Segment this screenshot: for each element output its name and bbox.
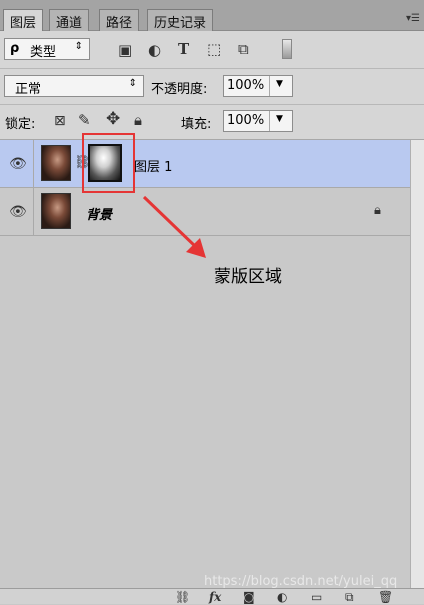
layer-row-background[interactable]: 👁︎ 背景 🔒︎	[0, 188, 410, 236]
eye-icon[interactable]: 👁︎	[9, 204, 27, 220]
fx-icon[interactable]: fx	[209, 590, 221, 604]
fill-field[interactable]: 100% ▼	[223, 110, 293, 132]
trash-icon[interactable]: 🗑︎	[378, 590, 393, 604]
opacity-label: 不透明度:	[151, 82, 208, 97]
tab-history[interactable]: 历史记录	[147, 9, 214, 31]
search-icon: ρ	[10, 41, 20, 56]
lock-position-icon[interactable]: ✥	[106, 111, 120, 128]
adjustment-layer-icon[interactable]: ◐	[277, 590, 287, 604]
layer-name[interactable]: 背景	[86, 204, 112, 223]
panel-bottom-toolbar: ⛓︎ fx ◙ ◐ ▭ ⧉ 🗑︎	[0, 588, 424, 604]
layer-name[interactable]: 图层 1	[134, 156, 172, 175]
new-layer-icon[interactable]: ⧉	[345, 590, 354, 605]
opacity-field[interactable]: 100% ▼	[223, 75, 293, 97]
layers-list: 👁︎ ⛓︎ 图层 1 👁︎ 背景 🔒︎	[0, 140, 410, 588]
watermark-text: https://blog.csdn.net/yulei_qq	[204, 574, 398, 589]
scrollbar[interactable]	[410, 140, 424, 588]
filter-kind-value: 类型	[30, 45, 57, 60]
link-layers-icon[interactable]: ⛓︎	[175, 590, 190, 604]
layer-thumbnail[interactable]	[41, 193, 71, 229]
smart-object-filter-icon[interactable]: ⧉	[238, 41, 249, 57]
tab-layers[interactable]: 图层	[3, 9, 44, 32]
type-filter-icon[interactable]: T	[178, 41, 189, 57]
filter-row: ρ 类型 ⇕ ▣ ◐ T ⬚ ⧉	[0, 31, 424, 69]
lock-label: 锁定:	[5, 117, 36, 132]
filter-kind-select[interactable]: ρ 类型 ⇕	[4, 38, 90, 60]
visibility-cell: 👁︎	[0, 188, 34, 236]
shape-filter-icon[interactable]: ⬚	[207, 41, 221, 57]
image-filter-icon[interactable]: ▣	[118, 42, 132, 58]
layer-row-layer1[interactable]: 👁︎ ⛓︎ 图层 1	[0, 140, 410, 188]
stepper-arrows-icon: ⇕	[74, 41, 83, 52]
blend-mode-value: 正常	[15, 82, 42, 97]
fill-label: 填充:	[181, 117, 212, 132]
panel-menu-icon[interactable]: ▾☰	[406, 13, 420, 24]
layer-thumbnail[interactable]	[41, 145, 71, 181]
add-mask-icon[interactable]: ◙	[243, 590, 255, 604]
annotation-label: 蒙版区域	[214, 267, 282, 287]
dropdown-arrow-icon[interactable]: ▼	[276, 114, 283, 124]
dropdown-arrow-icon[interactable]: ▼	[276, 79, 283, 89]
blend-mode-select[interactable]: 正常 ⇕	[4, 75, 144, 97]
group-folder-icon[interactable]: ▭	[311, 590, 322, 604]
lock-all-icon[interactable]: 🔒︎	[134, 112, 142, 128]
visibility-cell: 👁︎	[0, 140, 34, 188]
filter-toggle-switch[interactable]	[282, 39, 292, 59]
tab-channels[interactable]: 通道	[49, 9, 90, 31]
fill-value: 100%	[227, 113, 265, 128]
lock-transparent-pixels-icon[interactable]: ⊠	[54, 113, 66, 129]
panel-tab-bar: 图层 通道 路径 历史记录 ▾☰	[0, 0, 424, 32]
lock-row: 锁定: ⊠ ✎ ✥ 🔒︎ 填充: 100% ▼	[0, 105, 424, 140]
eye-icon[interactable]: 👁︎	[9, 156, 27, 172]
adjustment-filter-icon[interactable]: ◐	[148, 42, 161, 58]
stepper-arrows-icon: ⇕	[128, 78, 137, 89]
tab-paths[interactable]: 路径	[99, 9, 140, 31]
mask-highlight-box	[82, 133, 135, 193]
lock-image-pixels-icon[interactable]: ✎	[78, 112, 91, 128]
blend-row: 正常 ⇕ 不透明度: 100% ▼	[0, 69, 424, 105]
lock-icon: 🔒︎	[374, 203, 381, 218]
opacity-value: 100%	[227, 78, 265, 93]
